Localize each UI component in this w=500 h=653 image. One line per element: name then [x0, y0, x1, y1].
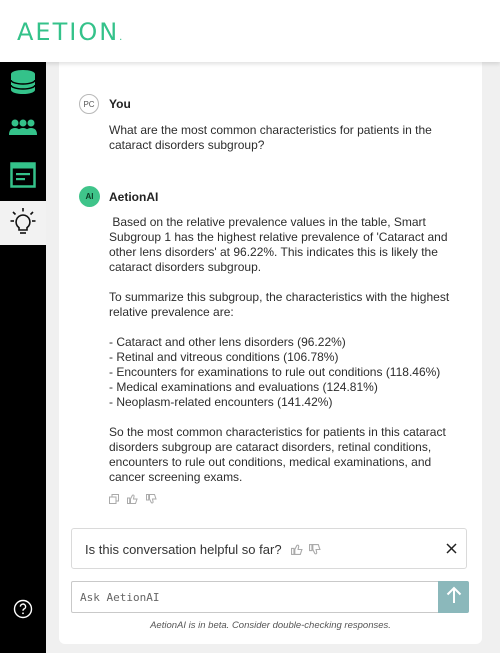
people-icon	[9, 118, 37, 143]
main-area: PC You What are the most common characte…	[46, 62, 500, 653]
logo-mark: .	[119, 32, 125, 43]
top-bar: AETION.	[0, 0, 500, 62]
list-item: - Medical examinations and evaluations (…	[109, 380, 378, 394]
list-item: - Retinal and vitreous conditions (106.7…	[109, 350, 339, 364]
assistant-paragraph: To summarize this subgroup, the characte…	[109, 290, 450, 319]
thumbs-up-icon[interactable]	[127, 494, 138, 504]
user-avatar: PC	[79, 94, 99, 114]
characteristics-list: - Cataract and other lens disorders (96.…	[109, 335, 465, 410]
thumbs-down-icon[interactable]	[146, 494, 157, 504]
sidebar-item-database[interactable]	[0, 62, 46, 106]
list-item: - Encounters for examinations to rule ou…	[109, 365, 441, 379]
document-icon	[10, 161, 36, 193]
beta-disclaimer: AetionAI is in beta. Consider double-che…	[150, 620, 391, 631]
sidebar	[0, 62, 46, 653]
feedback-banner: Is this conversation helpful so far?	[71, 528, 467, 569]
sidebar-item-insights[interactable]	[0, 201, 46, 245]
chat-panel: PC You What are the most common characte…	[59, 62, 482, 644]
send-button[interactable]	[438, 581, 469, 613]
thumbs-up-icon[interactable]	[291, 542, 303, 560]
ask-input[interactable]	[72, 582, 438, 612]
close-icon[interactable]	[446, 541, 457, 559]
feedback-question: Is this conversation helpful so far?	[85, 542, 282, 557]
lightbulb-icon	[10, 207, 36, 240]
message-actions	[109, 494, 157, 504]
help-button[interactable]	[0, 589, 46, 633]
sidebar-item-reports[interactable]	[0, 155, 46, 199]
assistant-avatar: AI	[79, 186, 100, 207]
ask-input-wrapper	[71, 581, 439, 613]
list-item: - Neoplasm-related encounters (141.42%)	[109, 395, 333, 409]
copy-icon[interactable]	[109, 494, 119, 504]
arrow-up-icon	[446, 586, 462, 609]
logo-text: AETION	[17, 18, 120, 46]
assistant-paragraph: So the most common characteristics for p…	[109, 425, 446, 484]
sidebar-item-cohorts[interactable]	[0, 108, 46, 152]
user-message: What are the most common characteristics…	[109, 123, 432, 152]
assistant-message: Based on the relative prevalence values …	[109, 215, 465, 485]
user-name: You	[109, 97, 131, 111]
database-icon	[9, 68, 37, 101]
assistant-name: AetionAI	[109, 190, 159, 204]
help-icon	[13, 599, 33, 624]
thumbs-down-icon[interactable]	[309, 542, 321, 560]
list-item: - Cataract and other lens disorders (96.…	[109, 335, 346, 349]
aetion-logo[interactable]: AETION.	[17, 18, 124, 46]
assistant-paragraph: Based on the relative prevalence values …	[109, 215, 451, 274]
